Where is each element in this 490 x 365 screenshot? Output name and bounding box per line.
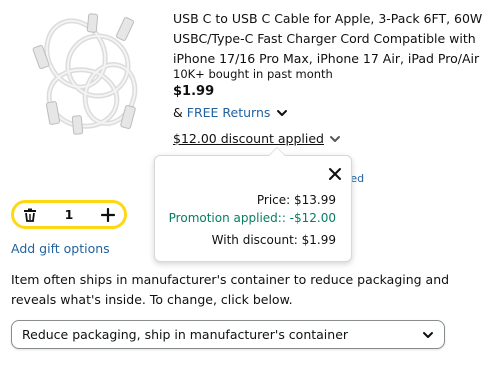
packaging-select-value: Reduce packaging, ship in manufacturer's… <box>22 327 349 342</box>
popover-with-discount-line: With discount: $1.99 <box>211 233 336 247</box>
discount-popover: Price: $13.99 Promotion applied:: -$12.0… <box>154 147 352 262</box>
cable-image <box>32 13 138 135</box>
returns-row: & FREE Returns <box>173 104 288 122</box>
add-gift-options-link[interactable]: Add gift options <box>11 240 110 258</box>
product-title[interactable]: USB C to USB C Cable for Apple, 3-Pack 6… <box>173 9 485 69</box>
discount-applied-toggle[interactable]: $12.00 discount applied <box>173 130 341 148</box>
trash-icon[interactable] <box>23 208 37 222</box>
popover-promotion-line: Promotion applied:: -$12.00 <box>168 211 336 225</box>
product-price: $1.99 <box>173 84 215 99</box>
bought-count: 10K+ bought in past month <box>173 67 333 81</box>
plus-icon[interactable] <box>100 207 115 222</box>
chevron-down-icon <box>422 329 434 341</box>
quantity-value: 1 <box>64 207 74 222</box>
returns-prefix: & <box>173 105 183 120</box>
close-icon[interactable] <box>327 166 343 182</box>
packaging-select[interactable]: Reduce packaging, ship in manufacturer's… <box>11 320 445 349</box>
quantity-stepper: 1 <box>11 200 127 229</box>
chevron-down-icon[interactable] <box>329 133 341 145</box>
product-image[interactable] <box>28 6 148 141</box>
popover-price-line: Price: $13.99 <box>256 193 336 207</box>
discount-applied-label[interactable]: $12.00 discount applied <box>173 130 324 148</box>
free-returns-link[interactable]: FREE Returns <box>187 104 271 122</box>
packaging-note: Item often ships in manufacturer's conta… <box>11 272 450 307</box>
chevron-down-icon[interactable] <box>276 107 288 119</box>
